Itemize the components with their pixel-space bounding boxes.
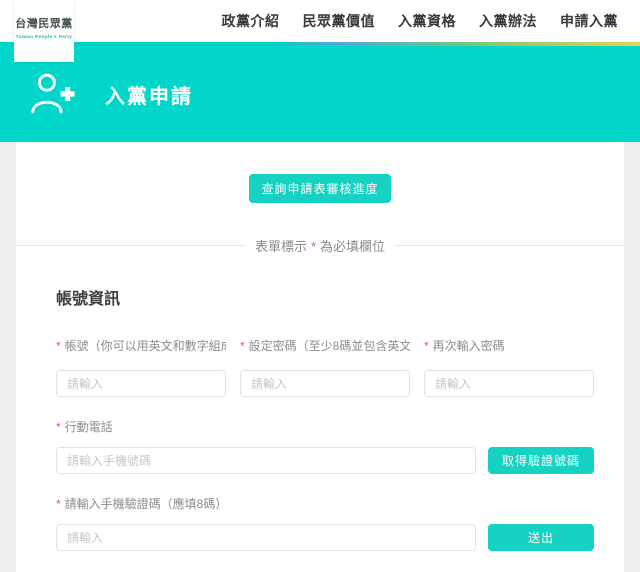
account-section-title: 帳號資訊 xyxy=(56,291,121,308)
nav-item-party-intro[interactable]: 政黨介紹 xyxy=(222,11,280,31)
divider-line-left xyxy=(16,245,245,246)
required-note-divider: 表單標示 * 為必填欄位 xyxy=(16,236,624,255)
nav-item-membership-qualification[interactable]: 入黨資格 xyxy=(398,11,456,31)
party-logo[interactable]: 台灣民眾黨 Taiwan People's Party xyxy=(14,0,74,62)
nav-item-party-values[interactable]: 民眾黨價值 xyxy=(303,11,376,31)
required-note-suffix: 為必填欄位 xyxy=(320,239,386,254)
check-progress-button[interactable]: 查詢申請表審核進度 xyxy=(249,174,391,203)
required-note: 表單標示 * 為必填欄位 xyxy=(245,236,395,255)
divider-line-right xyxy=(395,245,624,246)
submit-verification-button[interactable]: 送出 xyxy=(488,524,594,551)
verification-code-label: * 請輸入手機驗證碼（應填8碼） xyxy=(56,497,228,511)
required-asterisk: * xyxy=(56,420,61,434)
required-asterisk: * xyxy=(240,339,245,353)
verification-code-input[interactable] xyxy=(56,524,476,551)
required-asterisk: * xyxy=(310,239,317,254)
nav-item-membership-process[interactable]: 入黨辦法 xyxy=(479,11,537,31)
person-plus-icon xyxy=(31,73,75,114)
page-title: 入黨申請 xyxy=(105,85,193,108)
required-asterisk: * xyxy=(424,339,429,353)
main-content: 查詢申請表審核進度 表單標示 * 為必填欄位 帳號資訊 * 帳號（你可以用英文和數字組… xyxy=(0,142,640,572)
password-field-label: *設定密碼（至少8碼並包含英文及數字） xyxy=(240,339,410,353)
mobile-phone-label: * 行動電話 xyxy=(56,420,113,434)
required-asterisk: * xyxy=(56,339,61,353)
logo-title: 台灣民眾黨 xyxy=(15,18,73,30)
nav-item-apply-membership[interactable]: 申請入黨 xyxy=(560,11,618,31)
logo-subtitle: Taiwan People's Party xyxy=(15,34,73,39)
account-input[interactable] xyxy=(56,370,226,397)
confirm-password-field-label: * 再次輸入密碼 xyxy=(424,339,505,353)
application-form-card: 查詢申請表審核進度 表單標示 * 為必填欄位 帳號資訊 * 帳號（你可以用英文和數字組… xyxy=(16,142,624,572)
required-note-prefix: 表單標示 xyxy=(254,239,307,254)
get-verification-code-button[interactable]: 取得驗證號碼 xyxy=(488,447,594,474)
account-fields-labels: *帳號（你可以用英文和數字組成） *設定密碼（至少8碼並包含英文及數字） *再次… xyxy=(56,337,594,397)
password-input[interactable] xyxy=(240,370,410,397)
mobile-phone-input[interactable] xyxy=(56,447,476,474)
page-header: 入黨申請 xyxy=(0,46,640,142)
account-field-label: *帳號（你可以用英文和數字組成） xyxy=(56,339,226,353)
top-navigation: 政黨介紹 民眾黨價值 入黨資格 入黨辦法 申請入黨 xyxy=(0,0,640,42)
required-asterisk: * xyxy=(56,497,61,511)
confirm-password-input[interactable] xyxy=(424,370,594,397)
